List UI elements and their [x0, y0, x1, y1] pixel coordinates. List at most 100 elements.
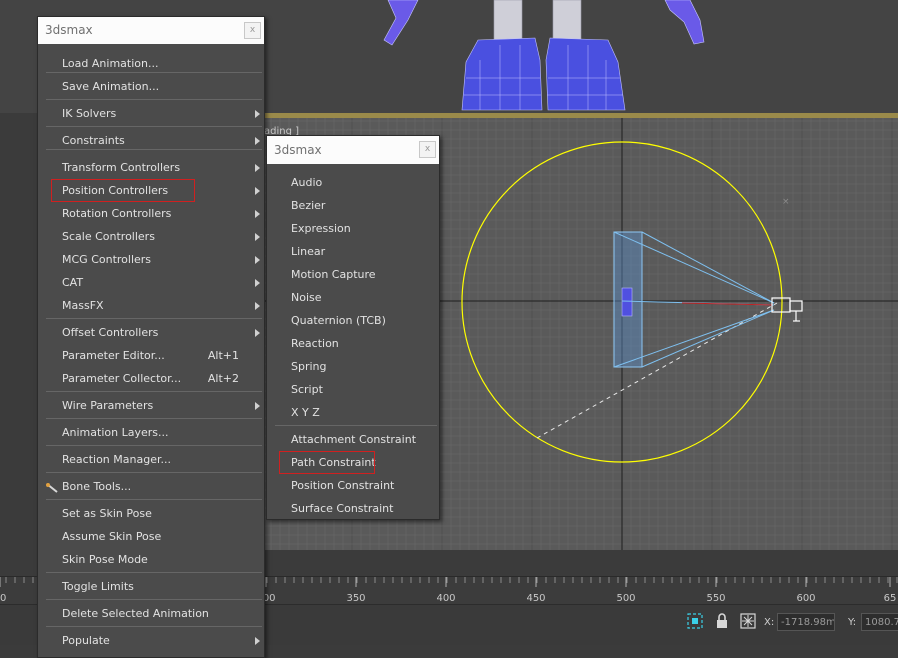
menu-separator	[46, 391, 262, 392]
submenu-item-label: Expression	[291, 222, 351, 235]
menu-item-label: Skin Pose Mode	[62, 553, 148, 566]
menu-item-set-as-skin-pose[interactable]: Set as Skin Pose	[38, 503, 264, 524]
menu-item-transform-controllers[interactable]: Transform Controllers	[38, 157, 264, 178]
submenu-item-label: Noise	[291, 291, 322, 304]
submenu-item-linear[interactable]: Linear	[267, 241, 439, 262]
highlight-box	[51, 179, 195, 202]
menu-item-cat[interactable]: CAT	[38, 272, 264, 293]
submenu-item-label: Motion Capture	[291, 268, 376, 281]
submenu-item-surface-constraint[interactable]: Surface Constraint	[267, 498, 439, 519]
submenu-item-label: Quaternion (TCB)	[291, 314, 386, 327]
menu-item-shortcut: Alt+2	[207, 372, 239, 385]
menu-item-wire-parameters[interactable]: Wire Parameters	[38, 395, 264, 416]
menu-separator	[46, 626, 262, 627]
menu-item-ik-solvers[interactable]: IK Solvers	[38, 103, 264, 124]
menu-item-massfx[interactable]: MassFX	[38, 295, 264, 316]
absolute-mode-transform-icon[interactable]	[740, 613, 756, 629]
menu-item-skin-pose-mode[interactable]: Skin Pose Mode	[38, 549, 264, 570]
submenu-arrow-icon	[255, 137, 260, 145]
submenu-item-reaction[interactable]: Reaction	[267, 333, 439, 354]
menu-item-animation-layers[interactable]: Animation Layers...	[38, 422, 264, 443]
menu-item-offset-controllers[interactable]: Offset Controllers	[38, 322, 264, 343]
menu-item-label: Transform Controllers	[62, 161, 181, 174]
submenu-item-expression[interactable]: Expression	[267, 218, 439, 239]
menu-separator	[46, 599, 262, 600]
menu-item-label: Delete Selected Animation	[62, 607, 209, 620]
menu-item-label: Scale Controllers	[62, 230, 155, 243]
menu-item-label: MCG Controllers	[62, 253, 152, 266]
menu-item-delete-selected-animation[interactable]: Delete Selected Animation	[38, 603, 264, 624]
menu-item-label: Rotation Controllers	[62, 207, 172, 220]
submenu-item-label: Attachment Constraint	[291, 433, 417, 446]
submenu-arrow-icon	[255, 256, 260, 264]
submenu-item-label: Linear	[291, 245, 326, 258]
svg-text:×: ×	[782, 197, 790, 207]
submenu-item-spring[interactable]: Spring	[267, 356, 439, 377]
submenu-item-audio[interactable]: Audio	[267, 172, 439, 193]
menu-item-mcg-controllers[interactable]: MCG Controllers	[38, 249, 264, 270]
menu-separator	[46, 126, 262, 127]
position-controllers-submenu: 3dsmax x Audio Bezier Expression Linear Moti…	[266, 135, 440, 520]
menu-separator	[46, 472, 262, 473]
bone-tools-icon	[45, 480, 59, 493]
submenu-item-motion-capture[interactable]: Motion Capture	[267, 264, 439, 285]
menu-item-reaction-manager[interactable]: Reaction Manager...	[38, 449, 264, 470]
submenu-arrow-icon	[255, 329, 260, 337]
isolate-selection-icon[interactable]	[687, 613, 703, 629]
close-icon[interactable]: x	[244, 22, 261, 39]
timeline-tick-label: 65	[884, 593, 897, 604]
menu-item-label: Bone Tools...	[62, 480, 132, 493]
submenu-arrow-icon	[255, 164, 260, 172]
menu-item-label: Set as Skin Pose	[62, 507, 152, 520]
submenu-item-label: Script	[291, 383, 323, 396]
submenu-arrow-icon	[255, 302, 260, 310]
menu-item-label: MassFX	[62, 299, 104, 312]
submenu-item-position-constraint[interactable]: Position Constraint	[267, 475, 439, 496]
menu-item-parameter-editor[interactable]: Parameter Editor... Alt+1	[38, 345, 264, 366]
menu-separator	[46, 99, 262, 100]
timeline-tick-label: 600	[796, 593, 815, 604]
menu-item-label: Assume Skin Pose	[62, 530, 162, 543]
submenu-item-quaternion-tcb[interactable]: Quaternion (TCB)	[267, 310, 439, 331]
menu-separator	[46, 318, 262, 319]
menu-separator	[46, 445, 262, 446]
submenu-arrow-icon	[255, 279, 260, 287]
submenu-item-label: X Y Z	[291, 406, 320, 419]
menu-item-scale-controllers[interactable]: Scale Controllers	[38, 226, 264, 247]
submenu-title-text: 3dsmax	[274, 143, 322, 157]
menu-item-save-animation[interactable]: Save Animation...	[38, 76, 264, 97]
submenu-item-attachment-constraint[interactable]: Attachment Constraint	[267, 429, 439, 450]
submenu-item-label: Audio	[291, 176, 323, 189]
submenu-arrow-icon	[255, 210, 260, 218]
submenu-arrow-icon	[255, 233, 260, 241]
submenu-item-x-y-z[interactable]: X Y Z	[267, 402, 439, 423]
submenu-item-bezier[interactable]: Bezier	[267, 195, 439, 216]
lock-selection-icon[interactable]	[714, 613, 730, 629]
menu-item-label: CAT	[62, 276, 84, 289]
menu-separator	[46, 572, 262, 573]
submenu-item-script[interactable]: Script	[267, 379, 439, 400]
submenu-item-label: Surface Constraint	[291, 502, 394, 515]
menu-item-toggle-limits[interactable]: Toggle Limits	[38, 576, 264, 597]
menu-item-label: Constraints	[62, 134, 125, 147]
menu-item-rotation-controllers[interactable]: Rotation Controllers	[38, 203, 264, 224]
menu-item-load-animation[interactable]: Load Animation...	[38, 53, 264, 74]
submenu-item-noise[interactable]: Noise	[267, 287, 439, 308]
x-coordinate-field[interactable]: -1718.98m	[777, 613, 835, 631]
close-icon[interactable]: x	[419, 141, 436, 158]
menu-item-populate[interactable]: Populate	[38, 630, 264, 651]
y-coordinate-field[interactable]: 1080.7	[861, 613, 898, 631]
highlight-box	[279, 451, 375, 474]
menu-item-label: Save Animation...	[62, 80, 160, 93]
menu-item-parameter-collector[interactable]: Parameter Collector... Alt+2	[38, 368, 264, 389]
menu-separator	[46, 418, 262, 419]
menu-item-assume-skin-pose[interactable]: Assume Skin Pose	[38, 526, 264, 547]
menu-item-bone-tools[interactable]: Bone Tools...	[38, 476, 264, 497]
menu-item-label: Offset Controllers	[62, 326, 159, 339]
submenu-item-label: Spring	[291, 360, 327, 373]
menu-item-constraints[interactable]: Constraints	[38, 130, 264, 151]
menu-item-label: Toggle Limits	[62, 580, 134, 593]
menu-item-label: Animation Layers...	[62, 426, 169, 439]
menu-separator	[275, 425, 437, 426]
timeline-tick-label: 450	[526, 593, 545, 604]
